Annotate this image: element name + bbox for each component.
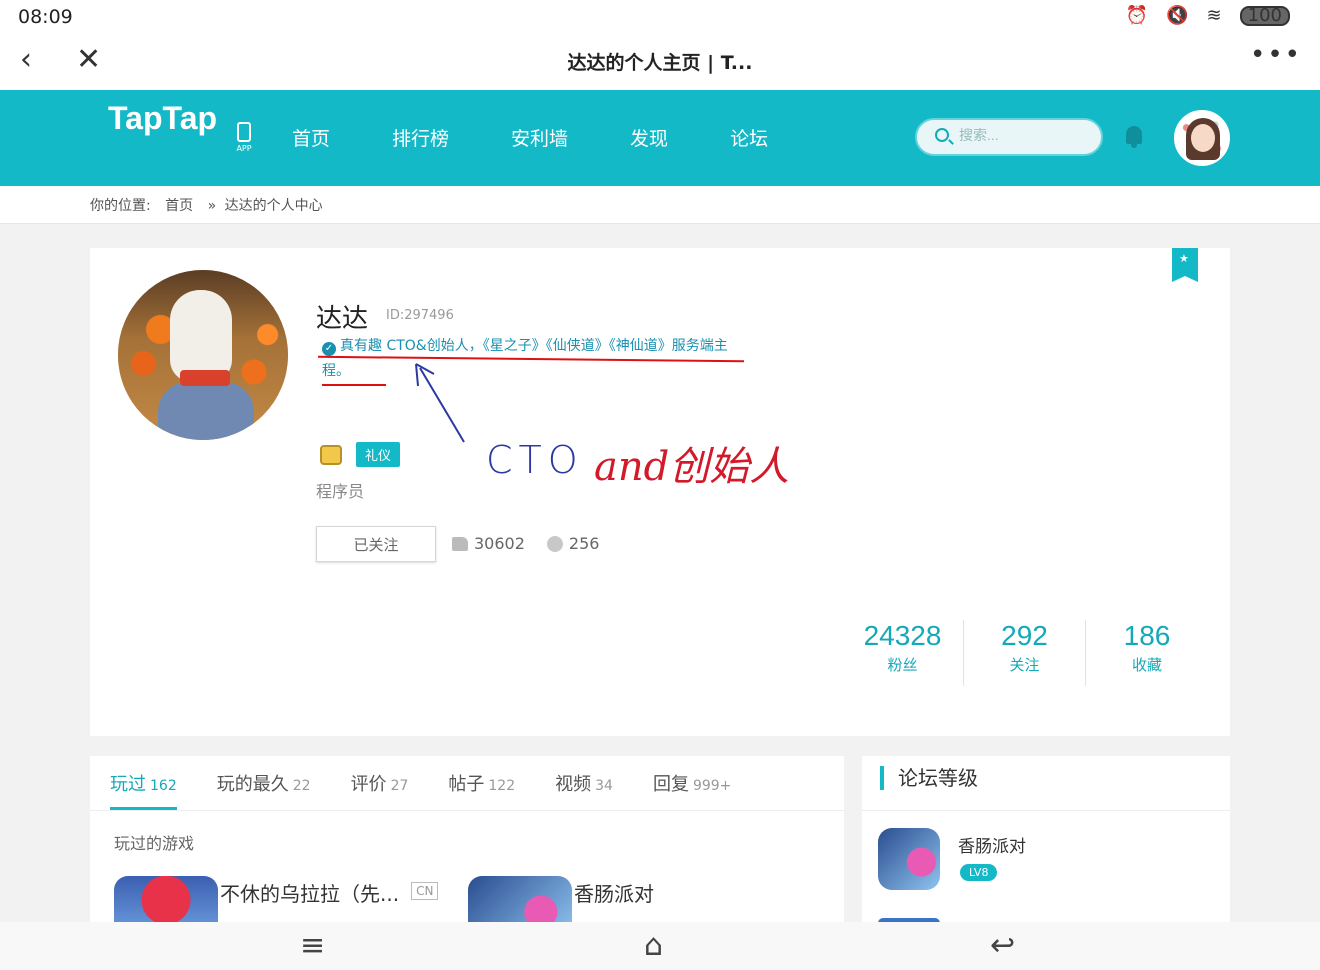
smiles-count: 256 bbox=[568, 534, 600, 553]
game-thumbnail bbox=[468, 876, 572, 926]
tab-videos[interactable]: 视频 34 bbox=[555, 756, 613, 810]
breadcrumb: 你的位置: 首页 » 达达的个人中心 bbox=[0, 186, 1320, 224]
thumbs-up-icon bbox=[452, 536, 468, 551]
tab-longest-played[interactable]: 玩的最久 22 bbox=[217, 756, 311, 810]
game-item[interactable]: 不休的乌拉拉（先... CN bbox=[114, 876, 439, 926]
page-title: 达达的个人主页 | T... bbox=[567, 52, 753, 74]
home-icon[interactable]: ⌂ bbox=[644, 928, 663, 964]
annotation-cto: CTO bbox=[486, 438, 584, 482]
nav-forum[interactable]: 论坛 bbox=[730, 124, 768, 151]
tab-reviews[interactable]: 评价 27 bbox=[351, 756, 409, 810]
status-time: 08:09 bbox=[18, 6, 73, 28]
level-badge: LV8 bbox=[960, 864, 998, 881]
likes-count: 30602 bbox=[474, 534, 525, 553]
nav-discover[interactable]: 发现 bbox=[630, 124, 668, 151]
tab-replies[interactable]: 回复 999+ bbox=[653, 756, 731, 810]
stat-following[interactable]: 292 关注 bbox=[964, 620, 1086, 686]
divider bbox=[90, 810, 844, 811]
annotation-underline-2 bbox=[322, 384, 386, 386]
breadcrumb-current: 达达的个人中心 bbox=[224, 198, 323, 214]
badges: 礼仪 bbox=[320, 442, 401, 467]
activity-tabs: 玩过 162 玩的最久 22 评价 27 帖子 122 视频 34 回复 999+ bbox=[110, 756, 771, 810]
search-box[interactable] bbox=[915, 118, 1103, 156]
profile-likes: 30602 256 bbox=[452, 534, 599, 553]
forum-level-title: 论坛等级 bbox=[880, 766, 978, 790]
game-item[interactable]: 香肠派对 bbox=[468, 876, 654, 926]
played-games-label: 玩过的游戏 bbox=[114, 834, 195, 853]
bell-icon[interactable] bbox=[1124, 124, 1144, 148]
stat-favorites[interactable]: 186 收藏 bbox=[1086, 620, 1208, 686]
more-icon[interactable]: ••• bbox=[1250, 40, 1302, 70]
tab-played[interactable]: 玩过 162 bbox=[110, 756, 177, 810]
menu-icon[interactable]: ≡ bbox=[300, 928, 325, 964]
profile-card: ★ 达达 ID:297496 ✓ 真有趣 CTO&创始人，《星之子》《仙侠道》《神… bbox=[90, 248, 1230, 736]
profile-title: 程序员 bbox=[316, 482, 365, 501]
back-nav-icon[interactable]: ↩ bbox=[990, 928, 1015, 964]
battery-icon: 100 bbox=[1239, 5, 1290, 26]
breadcrumb-prefix: 你的位置: bbox=[90, 198, 151, 214]
breadcrumb-home[interactable]: 首页 bbox=[165, 198, 193, 214]
nav-ranking[interactable]: 排行榜 bbox=[392, 124, 449, 151]
stat-fans[interactable]: 24328 粉丝 bbox=[842, 620, 964, 686]
annotation-founder: and创始人 bbox=[594, 444, 790, 490]
taptap-logo[interactable]: TapTap bbox=[108, 100, 217, 137]
user-avatar[interactable] bbox=[1174, 110, 1230, 166]
forum-level-panel: 论坛等级 香肠派对 LV8 bbox=[862, 756, 1230, 926]
system-nav-bar: ≡ ⌂ ↩ bbox=[0, 922, 1320, 970]
profile-stats: 24328 粉丝 292 关注 186 收藏 bbox=[842, 620, 1208, 686]
game-name: 香肠派对 bbox=[574, 882, 654, 906]
profile-avatar bbox=[118, 270, 288, 440]
follow-button[interactable]: 已关注 bbox=[316, 526, 436, 562]
nav-recommend-wall[interactable]: 安利墙 bbox=[511, 124, 568, 151]
phone-icon bbox=[237, 122, 251, 142]
status-bar: 08:09 ⏰ 🔇 ≋ 100 bbox=[0, 0, 1320, 34]
bookmark-icon[interactable]: ★ bbox=[1172, 248, 1198, 282]
activity-panel: 玩过 162 玩的最久 22 评价 27 帖子 122 视频 34 回复 999+ 玩过的游… bbox=[90, 756, 844, 926]
tab-posts[interactable]: 帖子 122 bbox=[448, 756, 515, 810]
breadcrumb-separator: » bbox=[207, 198, 217, 214]
status-icons: ⏰ 🔇 ≋ 100 bbox=[1126, 5, 1290, 26]
divider bbox=[862, 810, 1230, 811]
forum-game-name[interactable]: 香肠派对 bbox=[958, 832, 1026, 857]
search-input[interactable] bbox=[959, 127, 1089, 143]
alarm-icon: ⏰ bbox=[1125, 5, 1149, 26]
site-header: TapTap APP 首页 排行榜 安利墙 发现 论坛 bbox=[0, 90, 1320, 186]
main-nav: 首页 排行榜 安利墙 发现 论坛 bbox=[292, 124, 830, 151]
smile-icon bbox=[546, 535, 563, 552]
game-thumbnail bbox=[114, 876, 218, 926]
profile-id: ID:297496 bbox=[386, 308, 454, 323]
region-tag: CN bbox=[411, 882, 439, 900]
forum-game-icon[interactable] bbox=[878, 828, 940, 890]
verified-icon: ✓ bbox=[322, 342, 336, 356]
medal-icon bbox=[320, 444, 342, 465]
badge-etiquette: 礼仪 bbox=[356, 442, 401, 467]
browser-toolbar: ‹ ✕ 达达的个人主页 | T... ••• bbox=[0, 34, 1320, 90]
profile-name: 达达 bbox=[316, 304, 369, 334]
mute-icon: 🔇 bbox=[1166, 5, 1189, 26]
nav-home[interactable]: 首页 bbox=[292, 124, 330, 151]
game-name: 不休的乌拉拉（先... bbox=[220, 882, 400, 906]
app-label: APP bbox=[236, 144, 252, 153]
app-download-icon[interactable]: APP bbox=[232, 122, 256, 153]
wifi-icon: ≋ bbox=[1206, 5, 1222, 26]
search-icon[interactable] bbox=[935, 128, 949, 142]
